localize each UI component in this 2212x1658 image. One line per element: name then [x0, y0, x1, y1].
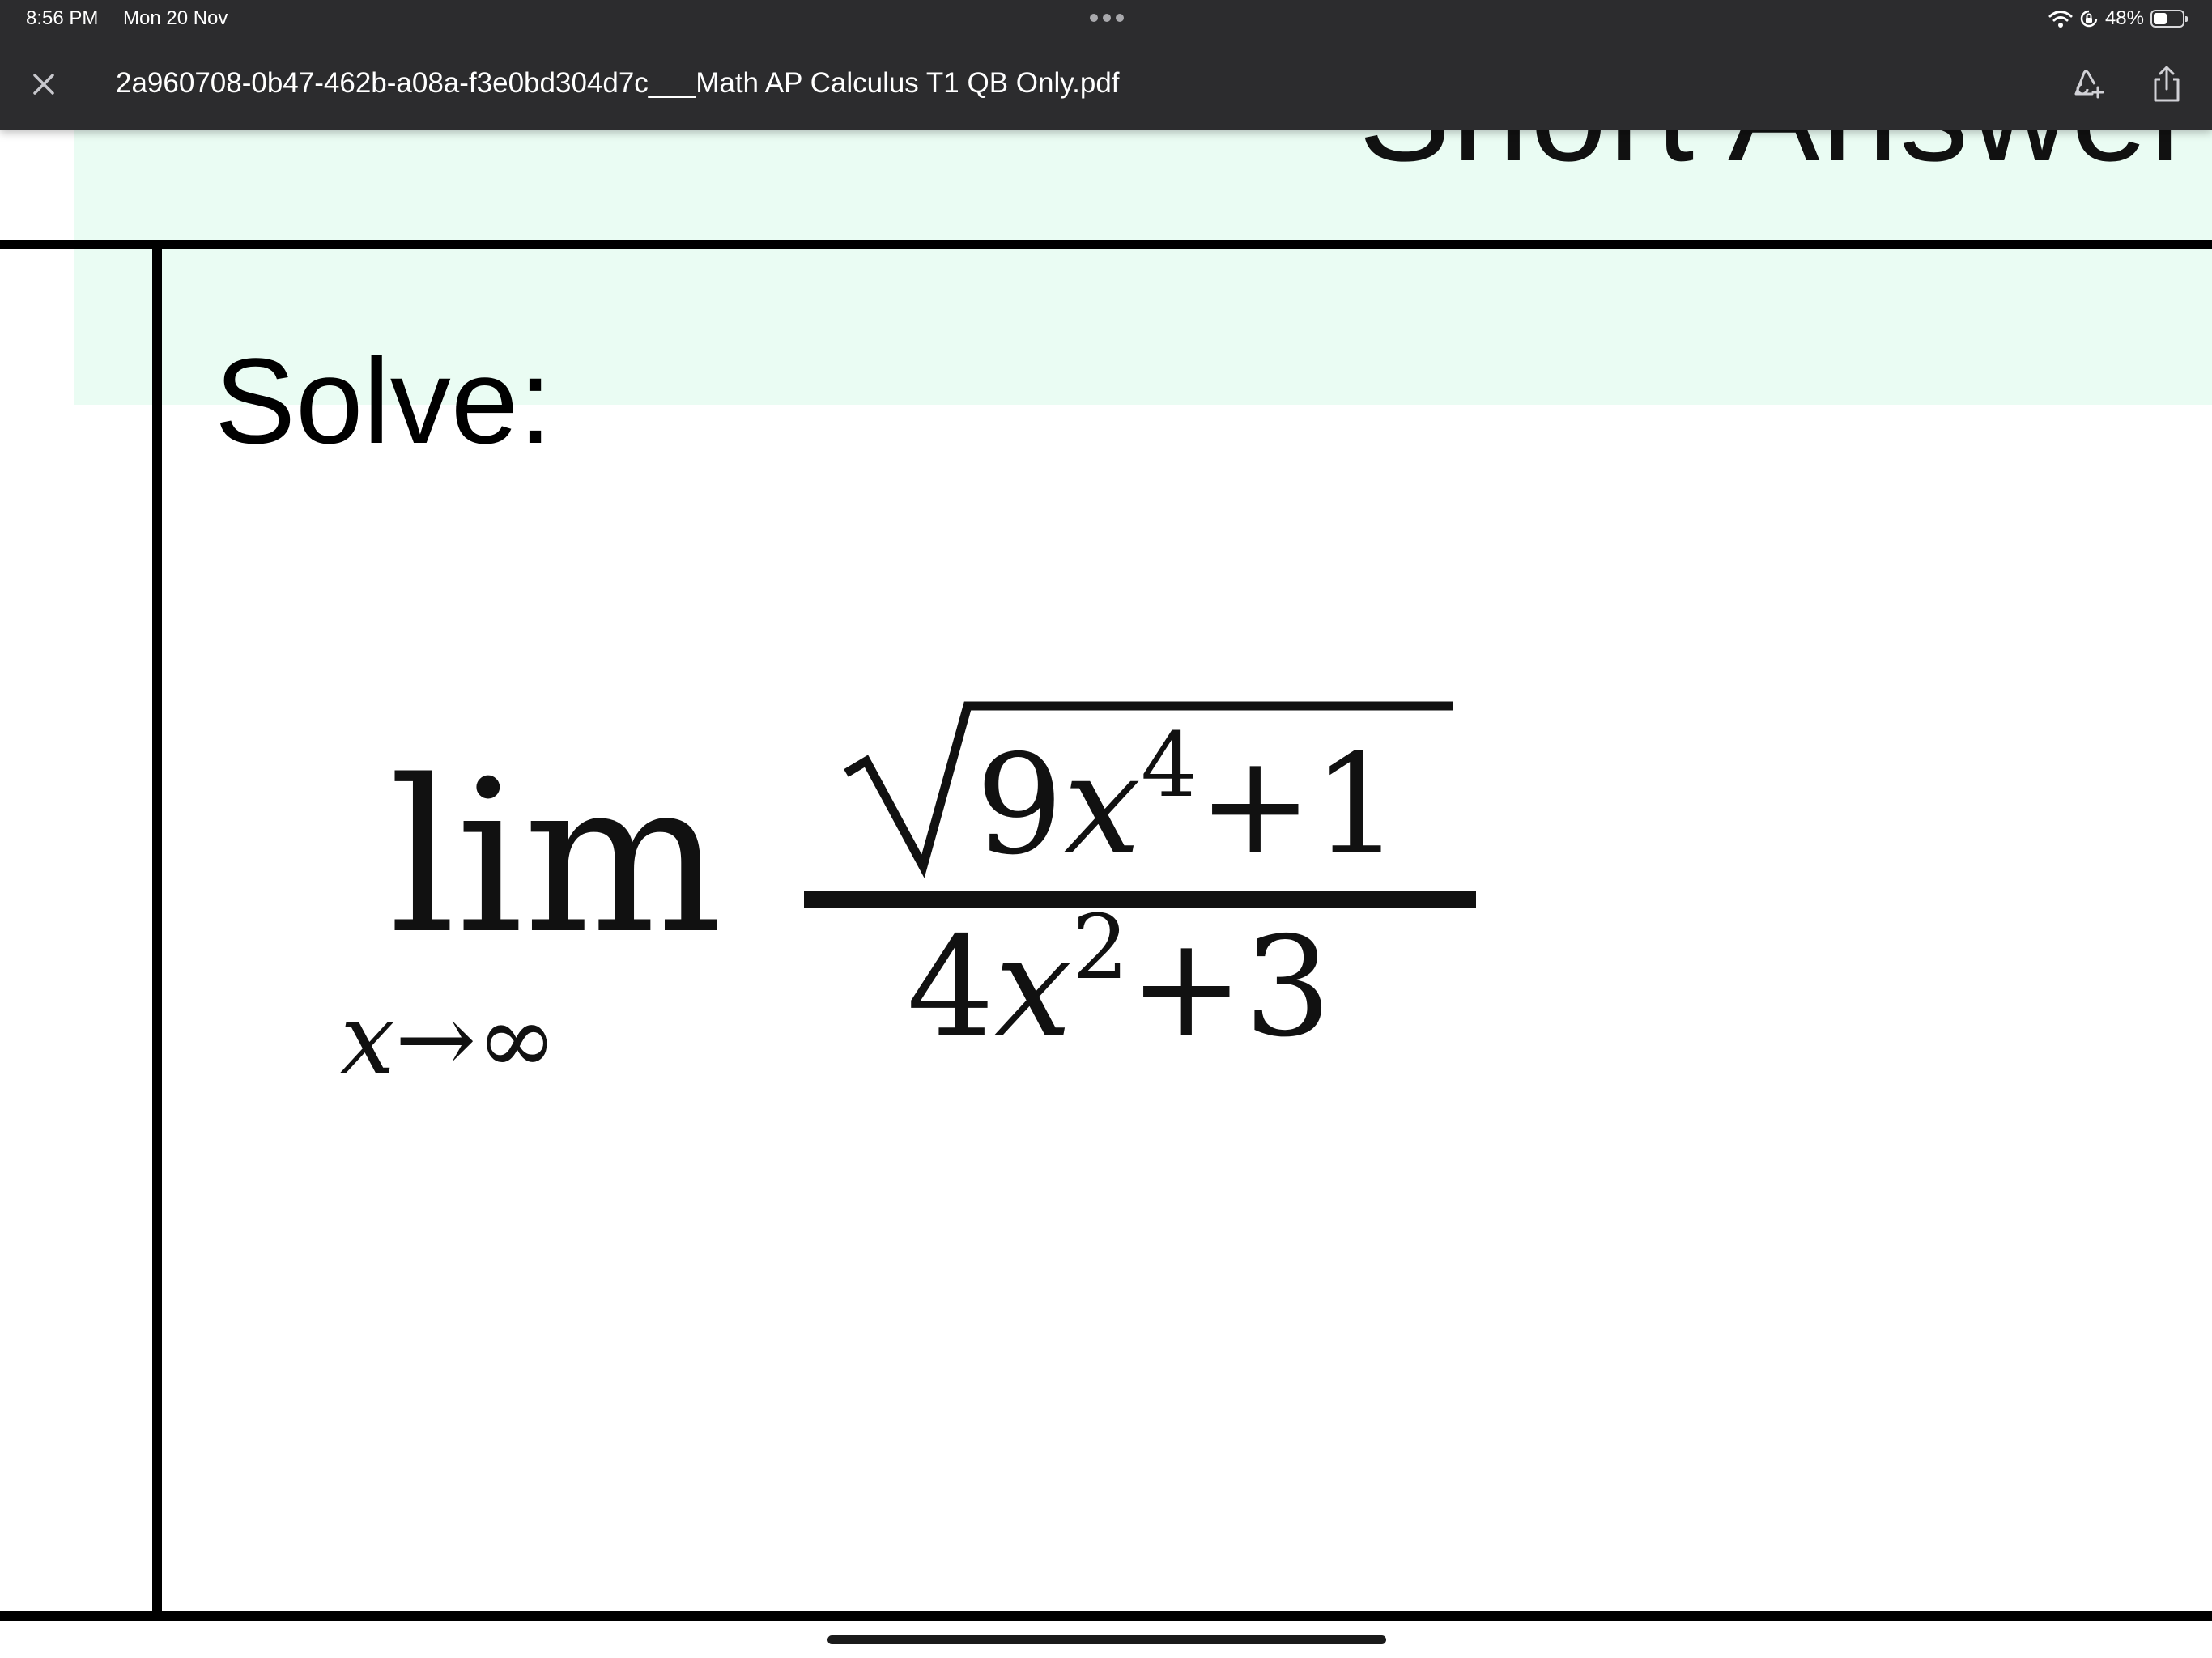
share-button[interactable]	[2146, 63, 2188, 105]
denominator-variable: x	[994, 908, 1073, 1068]
status-time: 8:56 PM	[26, 7, 99, 29]
fraction-denominator: 4x2+3	[907, 903, 1332, 1068]
table-border-top	[0, 240, 2212, 249]
battery-percentage: 48%	[2104, 7, 2144, 29]
denominator-coefficient: 4	[907, 908, 995, 1068]
numerator-variable: x	[1063, 725, 1142, 886]
orientation-lock-icon	[2080, 10, 2098, 28]
numerator-exponent: 4	[1141, 713, 1198, 817]
dot	[1090, 14, 1098, 22]
limit-target: ∞	[476, 984, 558, 1096]
battery-icon	[2150, 10, 2188, 28]
limit-variable: x	[340, 984, 395, 1096]
question-prompt: Solve:	[215, 333, 552, 469]
multitasking-menu-icon[interactable]	[1090, 14, 1124, 22]
markup-button[interactable]	[2066, 63, 2108, 105]
pdf-page[interactable]: Short Answer Qu Solve: lim x→∞ 9x4+1 4x2…	[0, 0, 2212, 1658]
battery-level	[2154, 13, 2167, 24]
denominator-exponent: 2	[1072, 895, 1129, 999]
denominator-constant: +3	[1129, 908, 1332, 1068]
numerator-coefficient: 9	[976, 725, 1064, 886]
dot	[1103, 14, 1111, 22]
document-title: 2a960708-0b47-462b-a08a-f3e0bd304d7c___M…	[116, 67, 1120, 99]
lim-operator: lim	[389, 736, 723, 980]
close-icon	[33, 74, 54, 95]
fraction-bar	[804, 891, 1476, 908]
viewer-toolbar: 8:56 PM Mon 20 Nov 48% 2a960708-0b47-462…	[0, 0, 2212, 130]
dot	[1116, 14, 1124, 22]
share-icon	[2154, 66, 2180, 102]
fraction-numerator: 9x4+1	[976, 721, 1401, 882]
table-border-left	[152, 243, 162, 1621]
table-border-bottom	[0, 1611, 2212, 1621]
markup-icon	[2074, 70, 2104, 99]
limit-arrow: →	[394, 984, 477, 1096]
status-indicators: 48%	[2048, 5, 2188, 32]
limit-subscript: x→∞	[340, 984, 557, 1097]
home-indicator[interactable]	[827, 1635, 1386, 1644]
close-button[interactable]	[24, 65, 63, 104]
numerator-constant: +1	[1197, 725, 1401, 886]
status-date: Mon 20 Nov	[123, 7, 228, 29]
wifi-icon	[2048, 11, 2073, 28]
pdf-viewer-screen: Short Answer Qu Solve: lim x→∞ 9x4+1 4x2…	[0, 0, 2212, 1658]
